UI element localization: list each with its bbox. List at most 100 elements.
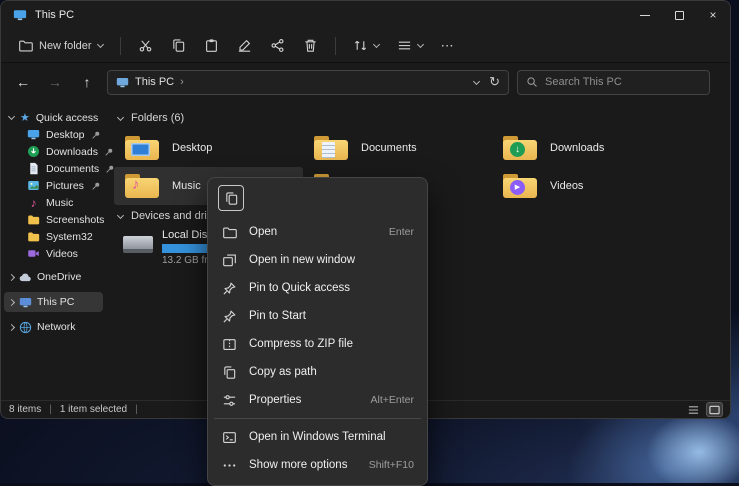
menu-item-open[interactable]: Open Enter [212, 218, 423, 246]
new-folder-button[interactable]: New folder [11, 34, 110, 57]
rename-icon [237, 38, 252, 53]
sidebar-item-system32[interactable]: System32 [1, 228, 106, 245]
expand-chevron-icon [8, 323, 15, 330]
sidebar-label: Screenshots [46, 214, 104, 226]
sidebar-item-screenshots[interactable]: Screenshots [1, 211, 106, 228]
menu-item-pin-to-start[interactable]: Pin to Start [212, 302, 423, 330]
terminal-icon [221, 430, 237, 445]
sort-button[interactable] [346, 34, 386, 57]
address-dropdown-icon[interactable] [473, 77, 480, 84]
sidebar-item-onedrive[interactable]: OneDrive [1, 267, 106, 287]
address-bar[interactable]: This PC › ↻ [107, 70, 509, 95]
share-button[interactable] [263, 34, 292, 57]
search-input[interactable] [545, 76, 701, 88]
menu-item-copy-as-path[interactable]: Copy as path [212, 358, 423, 386]
view-button[interactable] [390, 34, 430, 57]
menu-item-label: Pin to Start [249, 310, 306, 322]
delete-icon [303, 38, 318, 53]
menu-item-show-more-options[interactable]: Show more options Shift+F10 [212, 451, 423, 479]
desktop-screen-glyph [131, 143, 150, 156]
menu-item-label: Open [249, 226, 277, 238]
context-menu-icon-row [212, 182, 423, 218]
this-pc-crumb-icon [116, 76, 129, 89]
folder-label: Documents [361, 142, 417, 154]
sidebar-label: Videos [46, 248, 78, 260]
new-folder-icon [18, 38, 33, 53]
chevron-down-icon [417, 41, 424, 48]
copy-button[interactable] [218, 185, 244, 211]
paste-button[interactable] [197, 34, 226, 57]
menu-item-shortcut: Shift+F10 [369, 459, 414, 471]
thumbnail-view-icon [709, 405, 720, 415]
menu-item-label: Open in Windows Terminal [249, 431, 386, 443]
maximize-icon [675, 11, 684, 20]
sidebar-label: OneDrive [37, 271, 81, 283]
forward-button[interactable]: → [43, 70, 67, 94]
sidebar-item-downloads[interactable]: Downloads [1, 143, 106, 160]
copy-button[interactable] [164, 34, 193, 57]
sidebar-item-documents[interactable]: Documents [1, 160, 106, 177]
folder-tile-videos[interactable]: ▶ Videos [492, 167, 681, 205]
more-options-icon [221, 458, 237, 473]
view-toggle-details[interactable] [686, 403, 701, 416]
search-box[interactable] [517, 70, 710, 95]
cut-button[interactable] [131, 34, 160, 57]
menu-item-pin-to-quick-access[interactable]: Pin to Quick access [212, 274, 423, 302]
close-button[interactable]: × [696, 1, 730, 29]
titlebar[interactable]: This PC × [1, 1, 730, 29]
delete-button[interactable] [296, 34, 325, 57]
open-folder-icon [221, 225, 237, 240]
menu-item-label: Show more options [249, 459, 347, 471]
sidebar-item-network[interactable]: Network [1, 317, 106, 337]
back-icon: ← [16, 74, 30, 90]
menu-item-properties[interactable]: Properties Alt+Enter [212, 386, 423, 414]
status-selection: 1 item selected [60, 404, 127, 415]
sidebar-item-music[interactable]: ♪ Music [1, 194, 106, 211]
breadcrumb-this-pc[interactable]: This PC [135, 76, 174, 88]
sidebar-item-videos[interactable]: Videos [1, 245, 106, 262]
up-button[interactable]: ↑ [75, 70, 99, 94]
desktop-icon [27, 128, 40, 141]
folder-icon [27, 230, 40, 243]
sidebar-item-quick-access[interactable]: ★ Quick access [1, 109, 106, 126]
this-pc-icon [19, 296, 32, 309]
minimize-icon [640, 15, 650, 16]
folder-tile-desktop[interactable]: Desktop [114, 129, 303, 167]
folder-label: Desktop [172, 142, 212, 154]
minimize-button[interactable] [628, 1, 662, 29]
menu-item-shortcut: Alt+Enter [371, 394, 414, 406]
copy-icon [224, 191, 239, 206]
sidebar-item-desktop[interactable]: Desktop [1, 126, 106, 143]
more-icon: ⋯ [441, 38, 455, 54]
sidebar-item-this-pc[interactable]: This PC [4, 292, 103, 312]
sidebar-label: Network [37, 321, 76, 333]
toolbar-separator [335, 37, 336, 55]
expand-chevron-icon [8, 273, 15, 280]
collapse-chevron-icon [117, 113, 124, 120]
menu-item-label: Properties [249, 394, 301, 406]
menu-item-open-in-windows-terminal[interactable]: Open in Windows Terminal [212, 423, 423, 451]
copy-icon [171, 38, 186, 53]
menu-item-open-in-new-window[interactable]: Open in new window [212, 246, 423, 274]
back-button[interactable]: ← [11, 70, 35, 94]
music-note-glyph: ♪ [132, 176, 140, 193]
forward-icon: → [48, 74, 62, 90]
folder-tile-downloads[interactable]: ↓ Downloads [492, 129, 681, 167]
sidebar-label: Desktop [46, 129, 85, 141]
status-divider: | [49, 404, 52, 415]
command-bar: New folder ⋯ [1, 29, 730, 63]
close-icon: × [709, 8, 716, 22]
sidebar-item-pictures[interactable]: Pictures [1, 177, 106, 194]
breadcrumb-separator[interactable]: › [180, 76, 184, 88]
up-icon: ↑ [84, 74, 91, 90]
folder-tile-documents[interactable]: Documents [303, 129, 492, 167]
more-options-button[interactable]: ⋯ [434, 34, 462, 58]
rename-button[interactable] [230, 34, 259, 57]
view-toggle-thumbnails[interactable] [707, 403, 722, 416]
details-view-icon [688, 405, 699, 415]
share-icon [270, 38, 285, 53]
maximize-button[interactable] [662, 1, 696, 29]
refresh-icon[interactable]: ↻ [489, 74, 500, 90]
menu-item-compress-to-zip[interactable]: Compress to ZIP file [212, 330, 423, 358]
section-header-folders[interactable]: Folders (6) [114, 109, 730, 127]
